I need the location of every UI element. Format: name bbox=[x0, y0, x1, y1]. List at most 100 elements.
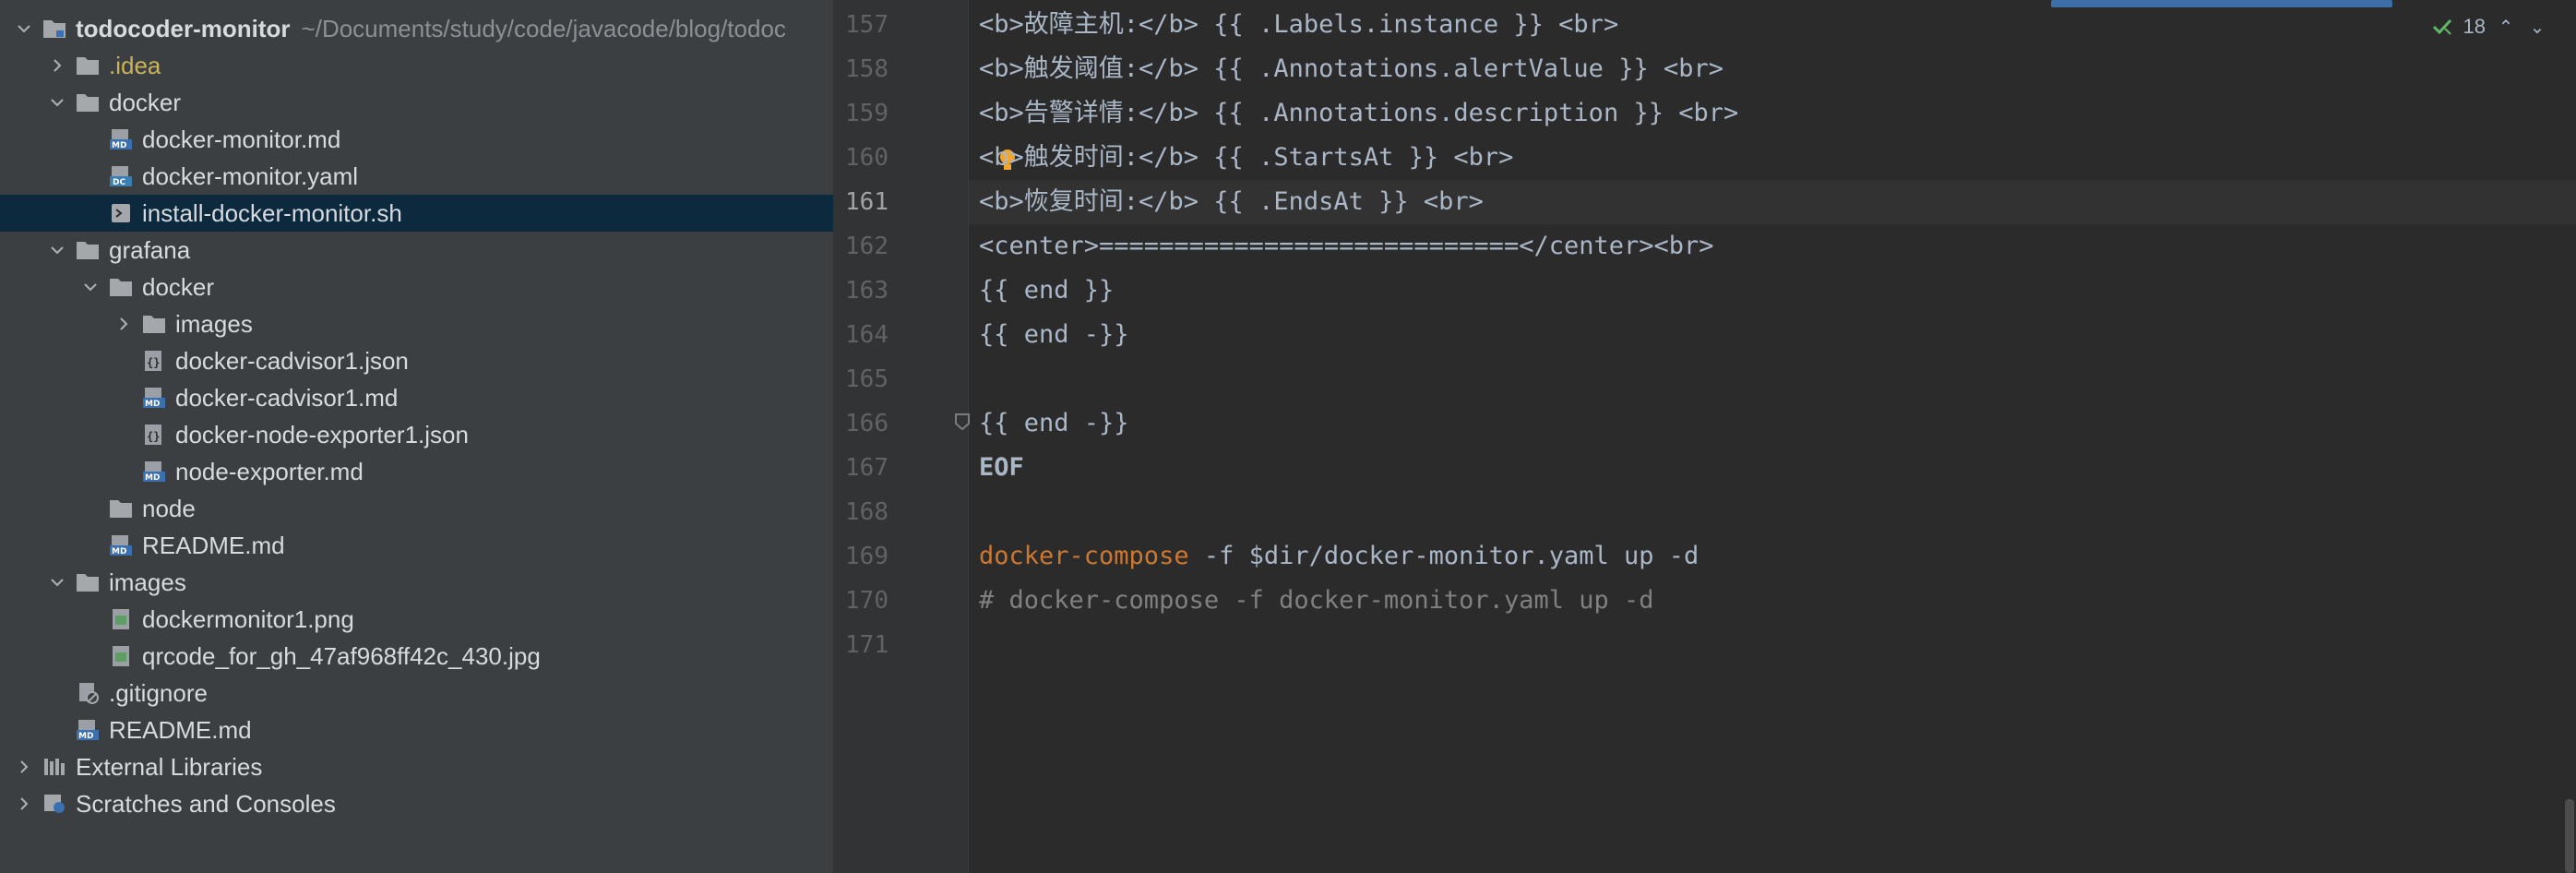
tree-label: Scratches and Consoles bbox=[76, 789, 336, 818]
chevron-down-icon[interactable] bbox=[81, 278, 100, 296]
tree-row-node[interactable]: node bbox=[0, 490, 833, 527]
line-number: 164 bbox=[845, 321, 888, 349]
tree-row-grafana[interactable]: grafana bbox=[0, 232, 833, 269]
tree-row-idea[interactable]: .idea bbox=[0, 47, 833, 84]
tree-row-images[interactable]: images bbox=[0, 305, 833, 342]
chevron-down-icon[interactable] bbox=[15, 19, 33, 38]
svg-text:{}: {} bbox=[147, 356, 160, 369]
folder-icon bbox=[76, 54, 100, 77]
tree-label: qrcode_for_gh_47af968ff42c_430.jpg bbox=[142, 641, 541, 670]
line-number: 165 bbox=[845, 365, 888, 393]
code-line[interactable]: {{ end -}} bbox=[979, 313, 1129, 357]
markdown-file-icon: MD bbox=[142, 460, 166, 483]
tree-label: docker bbox=[142, 272, 215, 301]
inspection-widget[interactable]: 18 ⌃ ⌄ bbox=[2432, 15, 2548, 39]
vertical-scrollbar[interactable] bbox=[2565, 799, 2574, 873]
tree-row-file[interactable]: MD node-exporter.md bbox=[0, 453, 833, 490]
inspection-count: 18 bbox=[2463, 15, 2486, 38]
tree-label: .idea bbox=[109, 51, 161, 79]
scratches-icon bbox=[42, 793, 66, 815]
folder-icon bbox=[142, 313, 166, 335]
code-line[interactable]: <b>恢复时间:</b> {{ .EndsAt }} <br> bbox=[979, 180, 1484, 224]
fold-marker-icon[interactable] bbox=[954, 413, 971, 431]
tree-row-grafana-docker[interactable]: docker bbox=[0, 269, 833, 305]
tree-row-scratches[interactable]: Scratches and Consoles bbox=[0, 785, 833, 822]
chevron-down-icon[interactable]: ⌄ bbox=[2526, 16, 2548, 39]
code-args: -f $dir/docker-monitor.yaml up -d bbox=[1188, 542, 1699, 570]
tree-label: node bbox=[142, 494, 196, 522]
module-folder-icon bbox=[42, 18, 66, 40]
chevron-right-icon[interactable] bbox=[15, 758, 33, 776]
chevron-right-icon[interactable] bbox=[48, 56, 66, 75]
chevron-down-icon[interactable] bbox=[48, 241, 66, 259]
image-file-icon bbox=[109, 645, 133, 667]
line-number: 167 bbox=[845, 454, 888, 482]
tree-row-file[interactable]: .gitignore bbox=[0, 675, 833, 712]
tree-label: .gitignore bbox=[109, 678, 208, 707]
code-line[interactable]: <b>告警详情:</b> {{ .Annotations.description… bbox=[979, 91, 1738, 136]
tree-row-file[interactable]: MD README.md bbox=[0, 527, 833, 564]
tree-label: README.md bbox=[142, 531, 285, 559]
svg-text:MD: MD bbox=[78, 732, 93, 741]
line-number: 166 bbox=[845, 410, 888, 437]
tree-row-external-libraries[interactable]: External Libraries bbox=[0, 748, 833, 785]
inspection-check-icon bbox=[2432, 18, 2454, 36]
folder-icon bbox=[76, 571, 100, 593]
docker-compose-file-icon: DC bbox=[109, 165, 133, 187]
chevron-right-icon[interactable] bbox=[114, 315, 133, 333]
tree-label: grafana bbox=[109, 235, 191, 264]
tree-row-images[interactable]: images bbox=[0, 564, 833, 601]
line-number: 168 bbox=[845, 498, 888, 526]
code-line[interactable]: docker-compose -f $dir/docker-monitor.ya… bbox=[979, 534, 1699, 579]
folder-icon bbox=[76, 91, 100, 114]
code-line[interactable]: <b>触发阈值:</b> {{ .Annotations.alertValue … bbox=[979, 47, 1723, 91]
line-number: 169 bbox=[845, 543, 888, 570]
code-line[interactable]: EOF bbox=[979, 446, 1024, 490]
chevron-up-icon[interactable]: ⌃ bbox=[2495, 16, 2517, 39]
tree-row-file[interactable]: MD docker-monitor.md bbox=[0, 121, 833, 158]
code-line[interactable]: {{ end -}} bbox=[979, 401, 1129, 446]
chevron-down-icon[interactable] bbox=[48, 93, 66, 112]
tree-row-file[interactable]: MD README.md bbox=[0, 712, 833, 748]
tree-row-file-selected[interactable]: install-docker-monitor.sh bbox=[0, 195, 833, 232]
line-number: 161 bbox=[845, 188, 888, 216]
json-file-icon: {} bbox=[142, 350, 166, 372]
tree-row-docker[interactable]: docker bbox=[0, 84, 833, 121]
tree-label: README.md bbox=[109, 715, 252, 744]
tree-row-file[interactable]: MD docker-cadvisor1.md bbox=[0, 379, 833, 416]
tree-label: docker-monitor.yaml bbox=[142, 161, 359, 190]
code-editor[interactable]: 157 158 159 160 161 162 163 164 165 166 … bbox=[833, 0, 2576, 873]
project-path: ~/Documents/study/code/javacode/blog/tod… bbox=[301, 14, 786, 42]
code-line[interactable]: <b>触发时间:</b> {{ .StartsAt }} <br> bbox=[979, 136, 1513, 180]
line-number: 159 bbox=[845, 100, 888, 127]
code-line[interactable]: {{ end }} bbox=[979, 269, 1114, 313]
line-number: 162 bbox=[845, 233, 888, 260]
svg-text:DC: DC bbox=[113, 178, 125, 187]
svg-text:MD: MD bbox=[112, 547, 126, 556]
tree-label: docker bbox=[109, 88, 182, 116]
chevron-down-icon[interactable] bbox=[48, 573, 66, 592]
line-number: 160 bbox=[845, 144, 888, 172]
tree-label: docker-cadvisor1.md bbox=[175, 383, 399, 412]
markdown-file-icon: MD bbox=[109, 128, 133, 150]
tree-row-file[interactable]: {} docker-cadvisor1.json bbox=[0, 342, 833, 379]
chevron-right-icon[interactable] bbox=[15, 795, 33, 813]
tree-row-root[interactable]: todocoder-monitor ~/Documents/study/code… bbox=[0, 10, 833, 47]
code-line[interactable]: <center>============================</ce… bbox=[979, 224, 1714, 269]
tree-row-file[interactable]: qrcode_for_gh_47af968ff42c_430.jpg bbox=[0, 638, 833, 675]
tree-label: dockermonitor1.png bbox=[142, 604, 354, 633]
tree-row-file[interactable]: {} docker-node-exporter1.json bbox=[0, 416, 833, 453]
markdown-file-icon: MD bbox=[109, 534, 133, 556]
markdown-file-icon: MD bbox=[142, 387, 166, 409]
code-line[interactable]: <b>故障主机:</b> {{ .Labels.instance }} <br> bbox=[979, 3, 1618, 47]
code-keyword: docker-compose bbox=[979, 542, 1189, 570]
code-comment-line[interactable]: # docker-compose -f docker-monitor.yaml … bbox=[979, 579, 1654, 623]
svg-text:MD: MD bbox=[112, 141, 126, 150]
tree-row-file[interactable]: DC docker-monitor.yaml bbox=[0, 158, 833, 195]
tree-label: images bbox=[175, 309, 253, 338]
folder-icon bbox=[109, 276, 133, 298]
tree-label: images bbox=[109, 568, 186, 596]
folder-icon bbox=[76, 239, 100, 261]
tree-row-file[interactable]: dockermonitor1.png bbox=[0, 601, 833, 638]
horizontal-scroll-indicator[interactable] bbox=[2051, 0, 2392, 7]
